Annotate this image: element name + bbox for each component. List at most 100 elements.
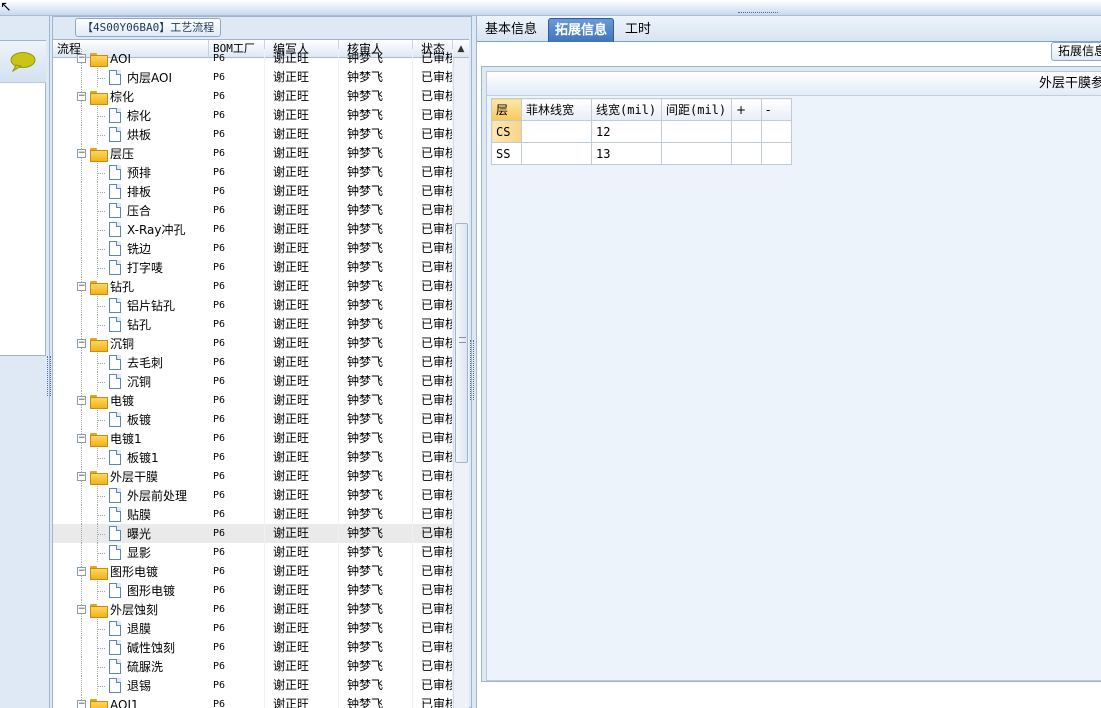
- tree-folder-node[interactable]: − 外层蚀刻: [77, 600, 158, 619]
- collapse-toggle-icon[interactable]: −: [77, 567, 86, 576]
- tab-extended-info[interactable]: 拓展信息: [548, 18, 615, 42]
- collapse-toggle-icon[interactable]: −: [77, 54, 86, 63]
- tree-step-node[interactable]: 打字唛: [109, 258, 163, 277]
- table-row[interactable]: 压合 P6谢正旺钟梦飞已审核: [53, 201, 453, 220]
- tree-step-node[interactable]: 钻孔: [109, 315, 151, 334]
- table-row[interactable]: 板镀1 P6谢正旺钟梦飞已审核: [53, 448, 453, 467]
- left-splitter-grip[interactable]: [47, 356, 51, 396]
- tree-step-node[interactable]: 贴膜: [109, 505, 151, 524]
- collapse-toggle-icon[interactable]: −: [77, 434, 86, 443]
- tree-step-node[interactable]: 外层前处理: [109, 486, 187, 505]
- middle-splitter-grip[interactable]: [470, 340, 474, 400]
- table-row[interactable]: 钻孔 P6谢正旺钟梦飞已审核: [53, 315, 453, 334]
- tree-step-node[interactable]: 预排: [109, 163, 151, 182]
- tree-step-node[interactable]: 沉铜: [109, 372, 151, 391]
- tab-work-hours[interactable]: 工时: [619, 18, 657, 42]
- tree-step-node[interactable]: 内层AOI: [109, 68, 172, 87]
- layer-row[interactable]: SS 13: [491, 142, 792, 165]
- table-row[interactable]: − 电镀 P6谢正旺钟梦飞已审核: [53, 391, 453, 410]
- chat-button[interactable]: [0, 41, 46, 83]
- tree-step-node[interactable]: 曝光: [109, 524, 151, 543]
- scroll-up-arrow-icon[interactable]: ▲: [453, 40, 469, 58]
- film-width-cell[interactable]: [521, 142, 592, 165]
- table-row[interactable]: X-Ray冲孔 P6谢正旺钟梦飞已审核: [53, 220, 453, 239]
- extended-info-header-button[interactable]: 拓展信息: [1051, 42, 1101, 61]
- collapse-toggle-icon[interactable]: −: [77, 700, 86, 708]
- tree-step-node[interactable]: 板镀1: [109, 448, 159, 467]
- table-row[interactable]: 打字唛 P6谢正旺钟梦飞已审核: [53, 258, 453, 277]
- table-row[interactable]: 铝片钻孔 P6谢正旺钟梦飞已审核: [53, 296, 453, 315]
- tree-folder-node[interactable]: − 沉铜: [77, 334, 134, 353]
- tree-folder-node[interactable]: − 棕化: [77, 87, 134, 106]
- tree-step-node[interactable]: 退膜: [109, 619, 151, 638]
- table-row[interactable]: 棕化 P6谢正旺钟梦飞已审核: [53, 106, 453, 125]
- tree-step-node[interactable]: 烘板: [109, 125, 151, 144]
- tree-step-node[interactable]: 硫脲洗: [109, 657, 163, 676]
- layer-cell[interactable]: SS: [491, 142, 522, 165]
- tree-folder-node[interactable]: − 外层干膜: [77, 467, 158, 486]
- column-header-spacing[interactable]: 间距(mil): [661, 98, 732, 121]
- table-row[interactable]: 铣边 P6谢正旺钟梦飞已审核: [53, 239, 453, 258]
- film-width-cell[interactable]: [521, 120, 592, 143]
- table-row[interactable]: − 电镀1 P6谢正旺钟梦飞已审核: [53, 429, 453, 448]
- tree-step-node[interactable]: 压合: [109, 201, 151, 220]
- tree-folder-node[interactable]: − 图形电镀: [77, 562, 158, 581]
- table-row[interactable]: − 钻孔 P6谢正旺钟梦飞已审核: [53, 277, 453, 296]
- vertical-scrollbar[interactable]: [453, 58, 469, 708]
- tree-folder-node[interactable]: − 层压: [77, 144, 134, 163]
- tree-folder-node[interactable]: − AOI: [77, 49, 131, 68]
- collapse-toggle-icon[interactable]: −: [77, 605, 86, 614]
- tree-step-node[interactable]: X-Ray冲孔: [109, 220, 185, 239]
- tree-step-node[interactable]: 碱性蚀刻: [109, 638, 175, 657]
- tree-step-node[interactable]: 去毛刺: [109, 353, 163, 372]
- table-row[interactable]: 碱性蚀刻 P6谢正旺钟梦飞已审核: [53, 638, 453, 657]
- table-row[interactable]: − 图形电镀 P6谢正旺钟梦飞已审核: [53, 562, 453, 581]
- table-row[interactable]: 贴膜 P6谢正旺钟梦飞已审核: [53, 505, 453, 524]
- table-row[interactable]: 硫脲洗 P6谢正旺钟梦飞已审核: [53, 657, 453, 676]
- table-row[interactable]: 内层AOI P6谢正旺钟梦飞已审核: [53, 68, 453, 87]
- tree-step-node[interactable]: 图形电镀: [109, 581, 175, 600]
- collapse-toggle-icon[interactable]: −: [77, 472, 86, 481]
- table-row[interactable]: 排板 P6谢正旺钟梦飞已审核: [53, 182, 453, 201]
- tree-step-node[interactable]: 板镀: [109, 410, 151, 429]
- table-row[interactable]: 退膜 P6谢正旺钟梦飞已审核: [53, 619, 453, 638]
- column-header-minus[interactable]: -: [761, 98, 792, 121]
- line-width-cell[interactable]: 13: [591, 142, 662, 165]
- table-row[interactable]: 退锡 P6谢正旺钟梦飞已审核: [53, 676, 453, 695]
- table-row[interactable]: − 棕化 P6谢正旺钟梦飞已审核: [53, 87, 453, 106]
- collapse-toggle-icon[interactable]: −: [77, 149, 86, 158]
- tree-step-node[interactable]: 排板: [109, 182, 151, 201]
- collapse-toggle-icon[interactable]: −: [77, 282, 86, 291]
- tree-step-node[interactable]: 棕化: [109, 106, 151, 125]
- table-row[interactable]: 预排 P6谢正旺钟梦飞已审核: [53, 163, 453, 182]
- table-row[interactable]: − 层压 P6谢正旺钟梦飞已审核: [53, 144, 453, 163]
- table-row[interactable]: 沉铜 P6谢正旺钟梦飞已审核: [53, 372, 453, 391]
- column-header-film-width[interactable]: 菲林线宽: [521, 98, 592, 121]
- minus-cell[interactable]: [761, 120, 792, 143]
- tree-folder-node[interactable]: − AOI1: [77, 695, 139, 708]
- tree-folder-node[interactable]: − 电镀1: [77, 429, 142, 448]
- tree-step-node[interactable]: 退锡: [109, 676, 151, 695]
- plus-cell[interactable]: [731, 142, 762, 165]
- table-row[interactable]: 烘板 P6谢正旺钟梦飞已审核: [53, 125, 453, 144]
- scrollbar-thumb[interactable]: [455, 223, 468, 463]
- tree-folder-node[interactable]: − 电镀: [77, 391, 134, 410]
- spacing-cell[interactable]: [661, 142, 732, 165]
- table-row[interactable]: 去毛刺 P6谢正旺钟梦飞已审核: [53, 353, 453, 372]
- column-header-plus[interactable]: +: [731, 98, 762, 121]
- table-row[interactable]: 图形电镀 P6谢正旺钟梦飞已审核: [53, 581, 453, 600]
- line-width-cell[interactable]: 12: [591, 120, 662, 143]
- table-row[interactable]: − 外层干膜 P6谢正旺钟梦飞已审核: [53, 467, 453, 486]
- table-row[interactable]: − AOI P6谢正旺钟梦飞已审核: [53, 49, 453, 68]
- spacing-cell[interactable]: [661, 120, 732, 143]
- top-splitter-grip[interactable]: [738, 12, 778, 15]
- layer-cell[interactable]: CS: [491, 120, 522, 143]
- collapse-toggle-icon[interactable]: −: [77, 92, 86, 101]
- table-row[interactable]: 板镀 P6谢正旺钟梦飞已审核: [53, 410, 453, 429]
- table-row[interactable]: − 外层蚀刻 P6谢正旺钟梦飞已审核: [53, 600, 453, 619]
- tab-basic-info[interactable]: 基本信息: [479, 18, 543, 42]
- plus-cell[interactable]: [731, 120, 762, 143]
- collapse-toggle-icon[interactable]: −: [77, 339, 86, 348]
- layer-row[interactable]: CS 12: [491, 120, 792, 143]
- tree-step-node[interactable]: 显影: [109, 543, 151, 562]
